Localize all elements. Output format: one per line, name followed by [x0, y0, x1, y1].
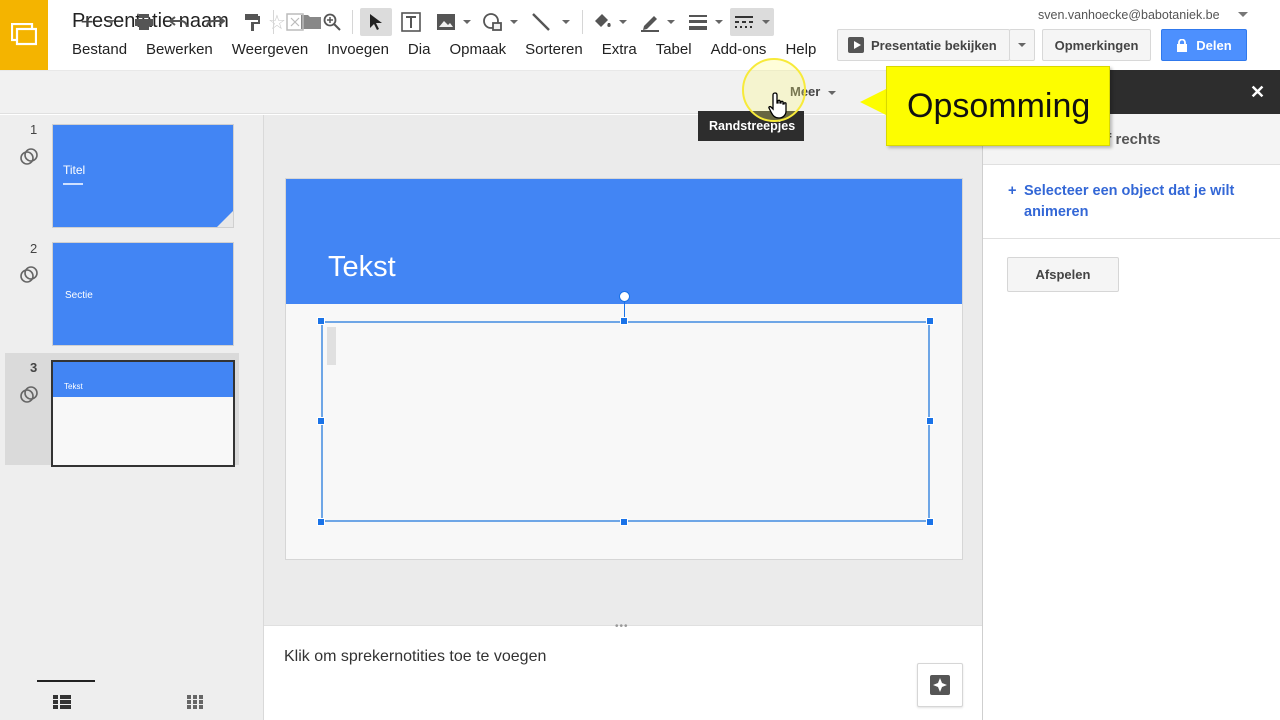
play-button[interactable]: Afspelen	[1007, 257, 1119, 292]
fit-zoom-icon[interactable]	[282, 8, 308, 36]
textbox-icon[interactable]	[398, 8, 424, 36]
border-weight-icon[interactable]	[685, 8, 711, 36]
body-textbox[interactable]	[321, 321, 930, 522]
present-dropdown-button[interactable]	[1009, 29, 1035, 61]
fill-color-dropdown[interactable]	[617, 8, 629, 36]
animation-panel	[982, 70, 1280, 720]
select-object-label: Selecteer een object dat je wilt animere…	[1024, 183, 1235, 220]
slide-title-band: Tekst	[286, 179, 962, 304]
slide-thumbnail-row[interactable]: 2 Sectie	[0, 233, 264, 346]
menu-item-opmaak[interactable]: Opmaak	[449, 41, 506, 58]
slide-thumbnail-row-selected[interactable]: 3 Tekst	[5, 353, 239, 467]
speaker-notes-placeholder[interactable]: Klik om sprekernotities toe te voegen	[284, 648, 546, 666]
grid-view-icon[interactable]	[187, 695, 203, 714]
resize-handle-bottom[interactable]	[620, 518, 628, 526]
redo-icon[interactable]	[202, 8, 228, 36]
close-icon[interactable]: ✕	[1250, 82, 1265, 103]
fill-color-icon[interactable]	[589, 8, 615, 36]
undo-icon[interactable]	[166, 8, 192, 36]
slide-title[interactable]: Tekst	[328, 251, 396, 284]
toolbar-divider	[352, 10, 353, 34]
toolbar-divider	[273, 10, 274, 34]
filmstrip-view-icon[interactable]	[53, 695, 71, 714]
thumb-title: Titel	[63, 163, 86, 177]
account-chevron-down-icon[interactable]	[1238, 12, 1248, 17]
toolbar-divider	[582, 10, 583, 34]
shape-icon[interactable]	[480, 8, 506, 36]
resize-handle-right[interactable]	[926, 417, 934, 425]
select-arrow-icon[interactable]	[360, 8, 392, 36]
image-dropdown[interactable]	[461, 8, 473, 36]
chevron-down-icon	[1018, 43, 1026, 47]
shape-dropdown[interactable]	[508, 8, 520, 36]
resize-handle-top-right[interactable]	[926, 317, 934, 325]
share-button[interactable]: Delen	[1161, 29, 1247, 61]
explore-icon	[930, 675, 950, 695]
resize-handle-left[interactable]	[317, 417, 325, 425]
new-slide-plus-icon[interactable]: +	[74, 8, 100, 36]
new-slide-dropdown[interactable]	[104, 8, 118, 36]
slide-number: 1	[30, 122, 38, 137]
transition-link-icon[interactable]	[19, 147, 39, 172]
paint-format-icon[interactable]	[239, 8, 265, 36]
panel-divider	[983, 238, 1280, 239]
border-dash-icon[interactable]	[730, 8, 774, 36]
comments-button[interactable]: Opmerkingen	[1042, 29, 1151, 61]
line-icon[interactable]	[528, 8, 554, 36]
menu-bar: Bestand Bewerken Weergeven Invoegen Dia …	[72, 41, 835, 58]
zoom-icon[interactable]	[319, 8, 345, 36]
menu-item-dia[interactable]: Dia	[408, 41, 431, 58]
slide-thumbnail-2[interactable]: Sectie	[52, 242, 234, 346]
menu-item-bewerken[interactable]: Bewerken	[146, 41, 213, 58]
line-dropdown[interactable]	[560, 8, 572, 36]
lock-icon	[1177, 38, 1188, 52]
slide-thumbnail-1[interactable]: Titel	[52, 124, 234, 228]
slides-logo-icon[interactable]	[0, 0, 48, 70]
transition-link-icon[interactable]	[19, 385, 39, 410]
resize-handle-top-left[interactable]	[317, 317, 325, 325]
menu-item-extra[interactable]: Extra	[602, 41, 637, 58]
transition-link-icon[interactable]	[19, 265, 39, 290]
thumb-title: Tekst	[64, 382, 83, 391]
present-button[interactable]: Presentatie bekijken	[837, 29, 1010, 61]
speaker-notes-pane[interactable]	[264, 625, 982, 720]
menu-item-add-ons[interactable]: Add-ons	[711, 41, 767, 58]
hand-cursor-icon	[768, 92, 790, 125]
menu-item-weergeven[interactable]: Weergeven	[232, 41, 308, 58]
annotation-callout: Opsomming	[886, 66, 1110, 146]
slide-thumbnail-row[interactable]: 1 Titel	[0, 115, 264, 228]
callout-pointer	[860, 88, 888, 116]
share-button-label: Delen	[1196, 37, 1232, 53]
present-button-label: Presentatie bekijken	[871, 37, 997, 53]
menu-item-tabel[interactable]: Tabel	[656, 41, 692, 58]
plus-icon: +	[1008, 183, 1017, 199]
play-icon	[848, 37, 864, 53]
select-object-link[interactable]: + Selecteer een object dat je wilt anime…	[1008, 181, 1248, 223]
resize-handle-top[interactable]	[620, 317, 628, 325]
thumb-title: Sectie	[65, 290, 93, 301]
notes-resize-handle[interactable]: •••	[615, 621, 629, 632]
rotate-handle[interactable]	[619, 291, 630, 302]
border-color-icon[interactable]	[637, 8, 663, 36]
explore-button[interactable]	[917, 663, 963, 707]
resize-handle-bottom-right[interactable]	[926, 518, 934, 526]
account-email[interactable]: sven.vanhoecke@babotaniek.be	[1038, 8, 1220, 22]
view-toggle	[0, 680, 264, 720]
menu-item-invoegen[interactable]: Invoegen	[327, 41, 389, 58]
menu-item-sorteren[interactable]: Sorteren	[525, 41, 583, 58]
slide-thumbnail-3[interactable]: Tekst	[51, 360, 235, 467]
print-icon[interactable]	[131, 8, 157, 36]
slide-number: 2	[30, 241, 38, 256]
border-color-dropdown[interactable]	[665, 8, 677, 36]
slide-number: 3	[30, 360, 38, 375]
border-weight-dropdown[interactable]	[713, 8, 725, 36]
menu-item-bestand[interactable]: Bestand	[72, 41, 127, 58]
image-icon[interactable]	[433, 8, 459, 36]
menu-item-help[interactable]: Help	[785, 41, 816, 58]
resize-handle-bottom-left[interactable]	[317, 518, 325, 526]
text-cursor	[327, 327, 336, 365]
